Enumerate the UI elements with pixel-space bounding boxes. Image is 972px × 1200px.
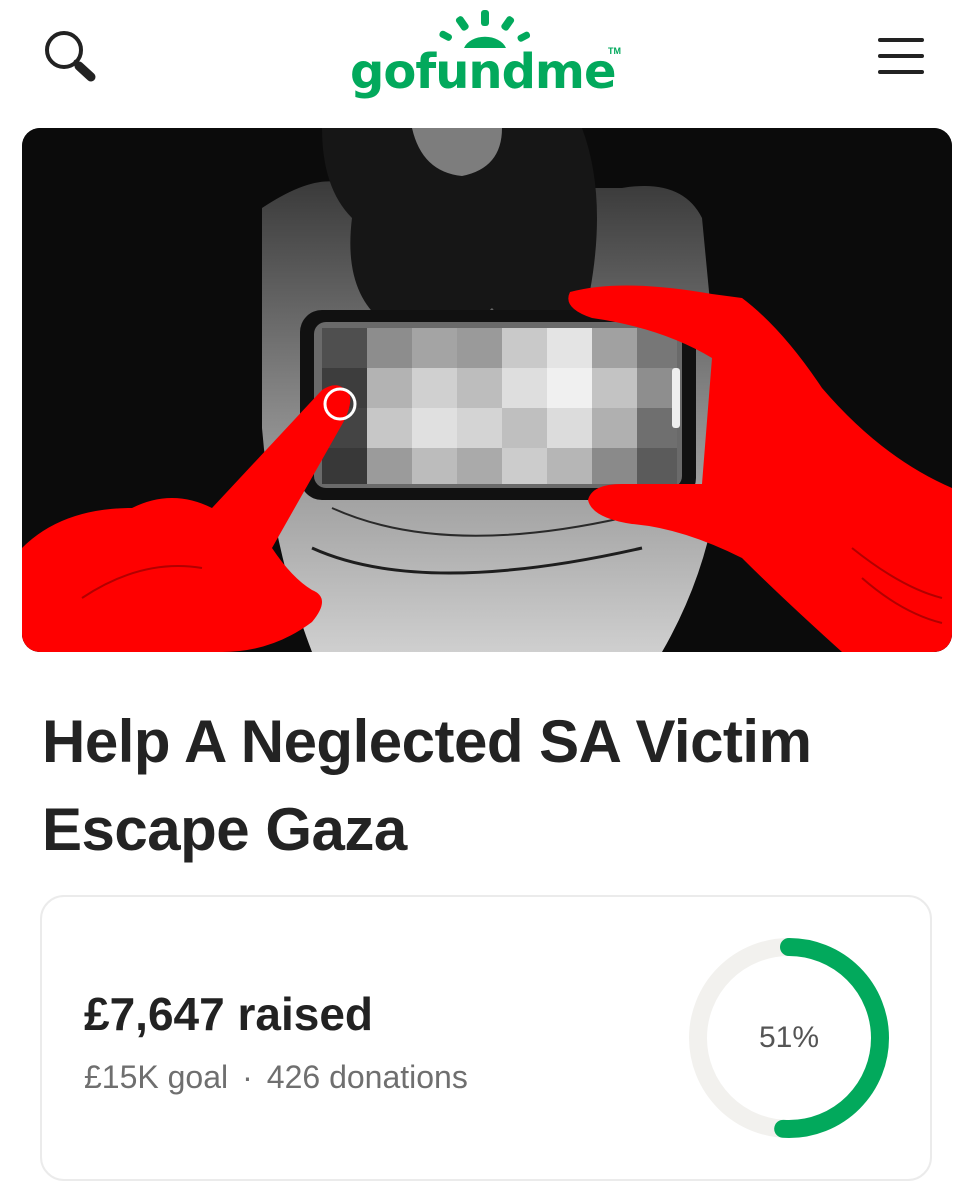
gofundme-logo[interactable]: gofundme TM (346, 8, 626, 108)
goal-amount: £15K goal (84, 1059, 229, 1095)
hamburger-menu-icon (878, 38, 924, 74)
trademark-mark: TM (608, 46, 621, 56)
menu-button[interactable] (872, 34, 930, 78)
progress-ring: 51% (686, 935, 892, 1141)
donation-progress-card: £7,647 raised £15K goal · 426 donations 51… (40, 895, 932, 1181)
donation-count[interactable]: 426 donations (267, 1059, 468, 1095)
amount-raised: £7,647 raised (84, 988, 374, 1040)
logo-wordmark: gofundme (350, 44, 616, 100)
campaign-hero-image[interactable] (22, 128, 952, 652)
separator-dot: · (242, 1059, 253, 1095)
search-button[interactable] (40, 28, 100, 84)
search-icon (45, 31, 96, 82)
campaign-title[interactable]: Help A Neglected SA Victim Escape Gaza (42, 698, 942, 874)
progress-percentage: 51% (758, 1021, 820, 1054)
goal-and-donations: £15K goal · 426 donations (84, 1059, 468, 1096)
top-nav-bar: gofundme TM (0, 0, 972, 120)
campaign-illustration (22, 128, 952, 652)
sun-rays-icon (439, 10, 531, 48)
